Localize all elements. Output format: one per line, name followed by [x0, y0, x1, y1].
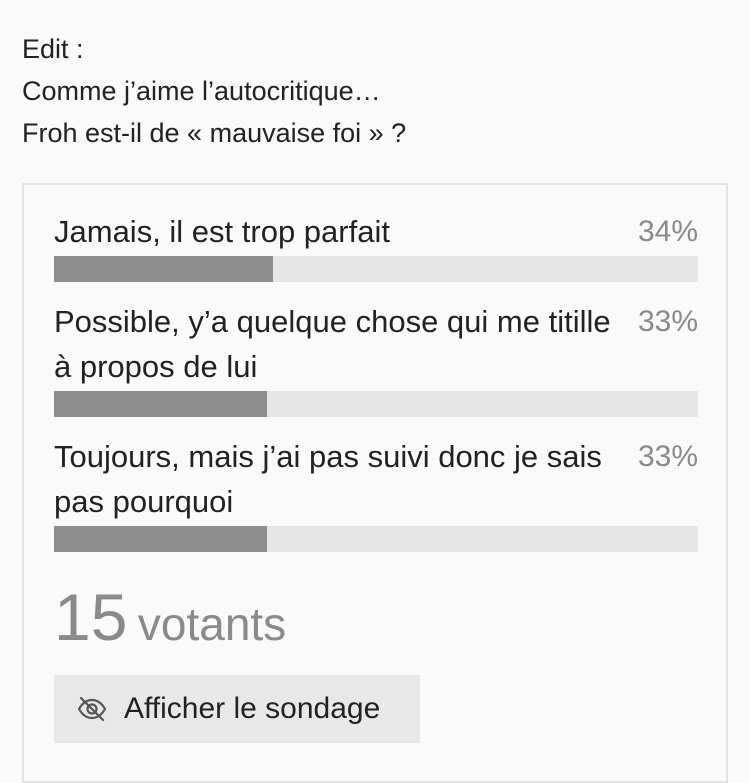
- poll-option-percent: 33%: [637, 440, 698, 473]
- post-text: Edit : Comme j’aime l’autocritique… Froh…: [22, 28, 722, 154]
- poll-option-jamais: Jamais, il est trop parfait 34%: [54, 209, 698, 282]
- voter-count: 15 votants: [54, 577, 286, 664]
- poll-option-percent: 33%: [637, 305, 698, 338]
- post-line-edit: Edit :: [22, 34, 84, 64]
- poll-result-bar: [54, 391, 698, 417]
- voter-count-label: votants: [137, 598, 287, 650]
- poll-result-bar: [54, 526, 698, 552]
- poll-result-bar-fill: [54, 526, 267, 552]
- poll-card: Jamais, il est trop parfait 34% Possible…: [22, 183, 728, 783]
- poll-option-percent: 34%: [637, 215, 698, 248]
- post-line-autocritique: Comme j’aime l’autocritique…: [22, 76, 381, 106]
- post-line-question: Froh est-il de « mauvaise foi » ?: [22, 118, 407, 148]
- poll-option-label: Toujours, mais j’ai pas suivi donc je sa…: [54, 439, 602, 519]
- show-poll-button[interactable]: Afficher le sondage: [54, 675, 420, 743]
- poll-result-bar-fill: [54, 391, 267, 417]
- poll-option-label: Jamais, il est trop parfait: [54, 214, 390, 249]
- poll-option-possible: Possible, y’a quelque chose qui me titil…: [54, 299, 698, 417]
- poll-result-bar-fill: [54, 256, 273, 282]
- poll-option-toujours: Toujours, mais j’ai pas suivi donc je sa…: [54, 434, 698, 552]
- poll-result-bar: [54, 256, 698, 282]
- poll-option-label: Possible, y’a quelque chose qui me titil…: [54, 304, 611, 384]
- voter-count-number: 15: [54, 580, 128, 654]
- eye-off-icon: [76, 693, 108, 725]
- show-poll-button-label: Afficher le sondage: [124, 692, 381, 725]
